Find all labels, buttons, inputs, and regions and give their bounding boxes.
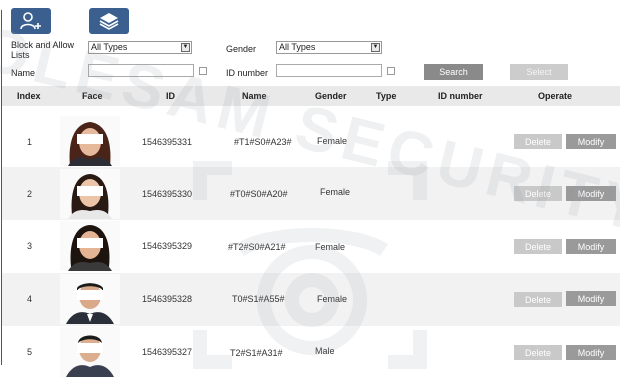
delete-button[interactable]: Delete <box>514 239 562 254</box>
row-name: T2#S1#A31# <box>230 348 283 358</box>
row-id: 1546395329 <box>142 241 193 251</box>
modify-button[interactable]: Modify <box>566 134 616 149</box>
table-row[interactable]: 5 1546395327 T2#S1#A31# Male Delete Modi… <box>2 326 620 377</box>
row-name: #T0#S0#A20# <box>230 189 288 199</box>
header-type: Type <box>376 91 397 101</box>
row-gender: Female <box>317 136 348 146</box>
row-index: 4 <box>27 294 33 304</box>
table-row[interactable]: 2 1546395330 #T0#S0#A20# Female Delete M… <box>2 167 620 220</box>
delete-button[interactable]: Delete <box>514 186 562 201</box>
table-row[interactable]: 3 1546395329 #T2#S0#A21# Female Delete M… <box>2 220 620 273</box>
face-thumbnail <box>60 116 120 166</box>
row-index: 3 <box>27 241 33 251</box>
row-id: 1546395331 <box>142 137 193 147</box>
row-index: 5 <box>27 347 33 357</box>
gender-value: All Types <box>279 42 316 52</box>
modify-button[interactable]: Modify <box>566 239 616 254</box>
id-number-label: ID number <box>226 68 269 78</box>
header-operate: Operate <box>538 91 573 101</box>
add-user-button[interactable] <box>11 8 51 34</box>
table-row[interactable]: 4 1546395328 T0#S1#A55# Female Delete Mo… <box>2 273 620 326</box>
face-thumbnail <box>60 327 120 377</box>
modify-button[interactable]: Modify <box>566 186 616 201</box>
row-name: #T2#S0#A21# <box>228 242 286 252</box>
add-user-icon <box>20 12 41 30</box>
row-name: #T1#S0#A23# <box>234 137 292 147</box>
name-label: Name <box>11 68 36 78</box>
delete-button[interactable]: Delete <box>514 292 562 307</box>
id-number-checkbox[interactable] <box>387 67 395 75</box>
row-id: 1546395330 <box>142 189 193 199</box>
delete-button[interactable]: Delete <box>514 345 562 360</box>
row-id: 1546395327 <box>142 347 193 357</box>
modify-button[interactable]: Modify <box>566 291 616 306</box>
modify-button[interactable]: Modify <box>566 345 616 360</box>
row-name: T0#S1#A55# <box>232 294 285 304</box>
list-type-value: All Types <box>91 42 128 52</box>
header-index: Index <box>17 91 41 101</box>
header-id: ID <box>166 91 175 101</box>
delete-button[interactable]: Delete <box>514 134 562 149</box>
id-number-input[interactable] <box>276 64 382 77</box>
gender-label: Gender <box>226 44 257 54</box>
face-thumbnail <box>60 169 120 219</box>
layers-icon <box>99 13 119 30</box>
row-gender: Female <box>315 242 346 252</box>
header-gender: Gender <box>315 91 347 101</box>
header-face: Face <box>82 91 103 101</box>
chevron-down-icon[interactable]: ▼ <box>181 43 190 52</box>
header-name: Name <box>242 91 267 101</box>
face-thumbnail <box>60 274 120 324</box>
row-index: 2 <box>27 189 33 199</box>
face-thumbnail <box>60 221 120 271</box>
select-button[interactable]: Select <box>510 64 568 80</box>
table-header: Index Face ID Name Gender Type ID number… <box>2 86 620 106</box>
list-type-label: Block and Allow Lists <box>11 40 75 60</box>
row-index: 1 <box>27 137 33 147</box>
header-id-number: ID number <box>438 91 483 101</box>
row-gender: Female <box>317 294 348 304</box>
name-input[interactable] <box>88 64 194 77</box>
list-type-select[interactable]: All Types ▼ <box>88 41 192 54</box>
search-button[interactable]: Search <box>424 64 483 80</box>
chevron-down-icon[interactable]: ▼ <box>371 43 380 52</box>
row-id: 1546395328 <box>142 294 193 304</box>
table-row[interactable]: 1 1546395331 #T1#S0#A23# Female Delete M… <box>2 114 620 167</box>
gender-select[interactable]: All Types ▼ <box>276 41 382 54</box>
layers-button[interactable] <box>89 8 129 34</box>
row-gender: Female <box>320 187 351 197</box>
row-gender: Male <box>315 346 335 356</box>
name-checkbox[interactable] <box>199 67 207 75</box>
